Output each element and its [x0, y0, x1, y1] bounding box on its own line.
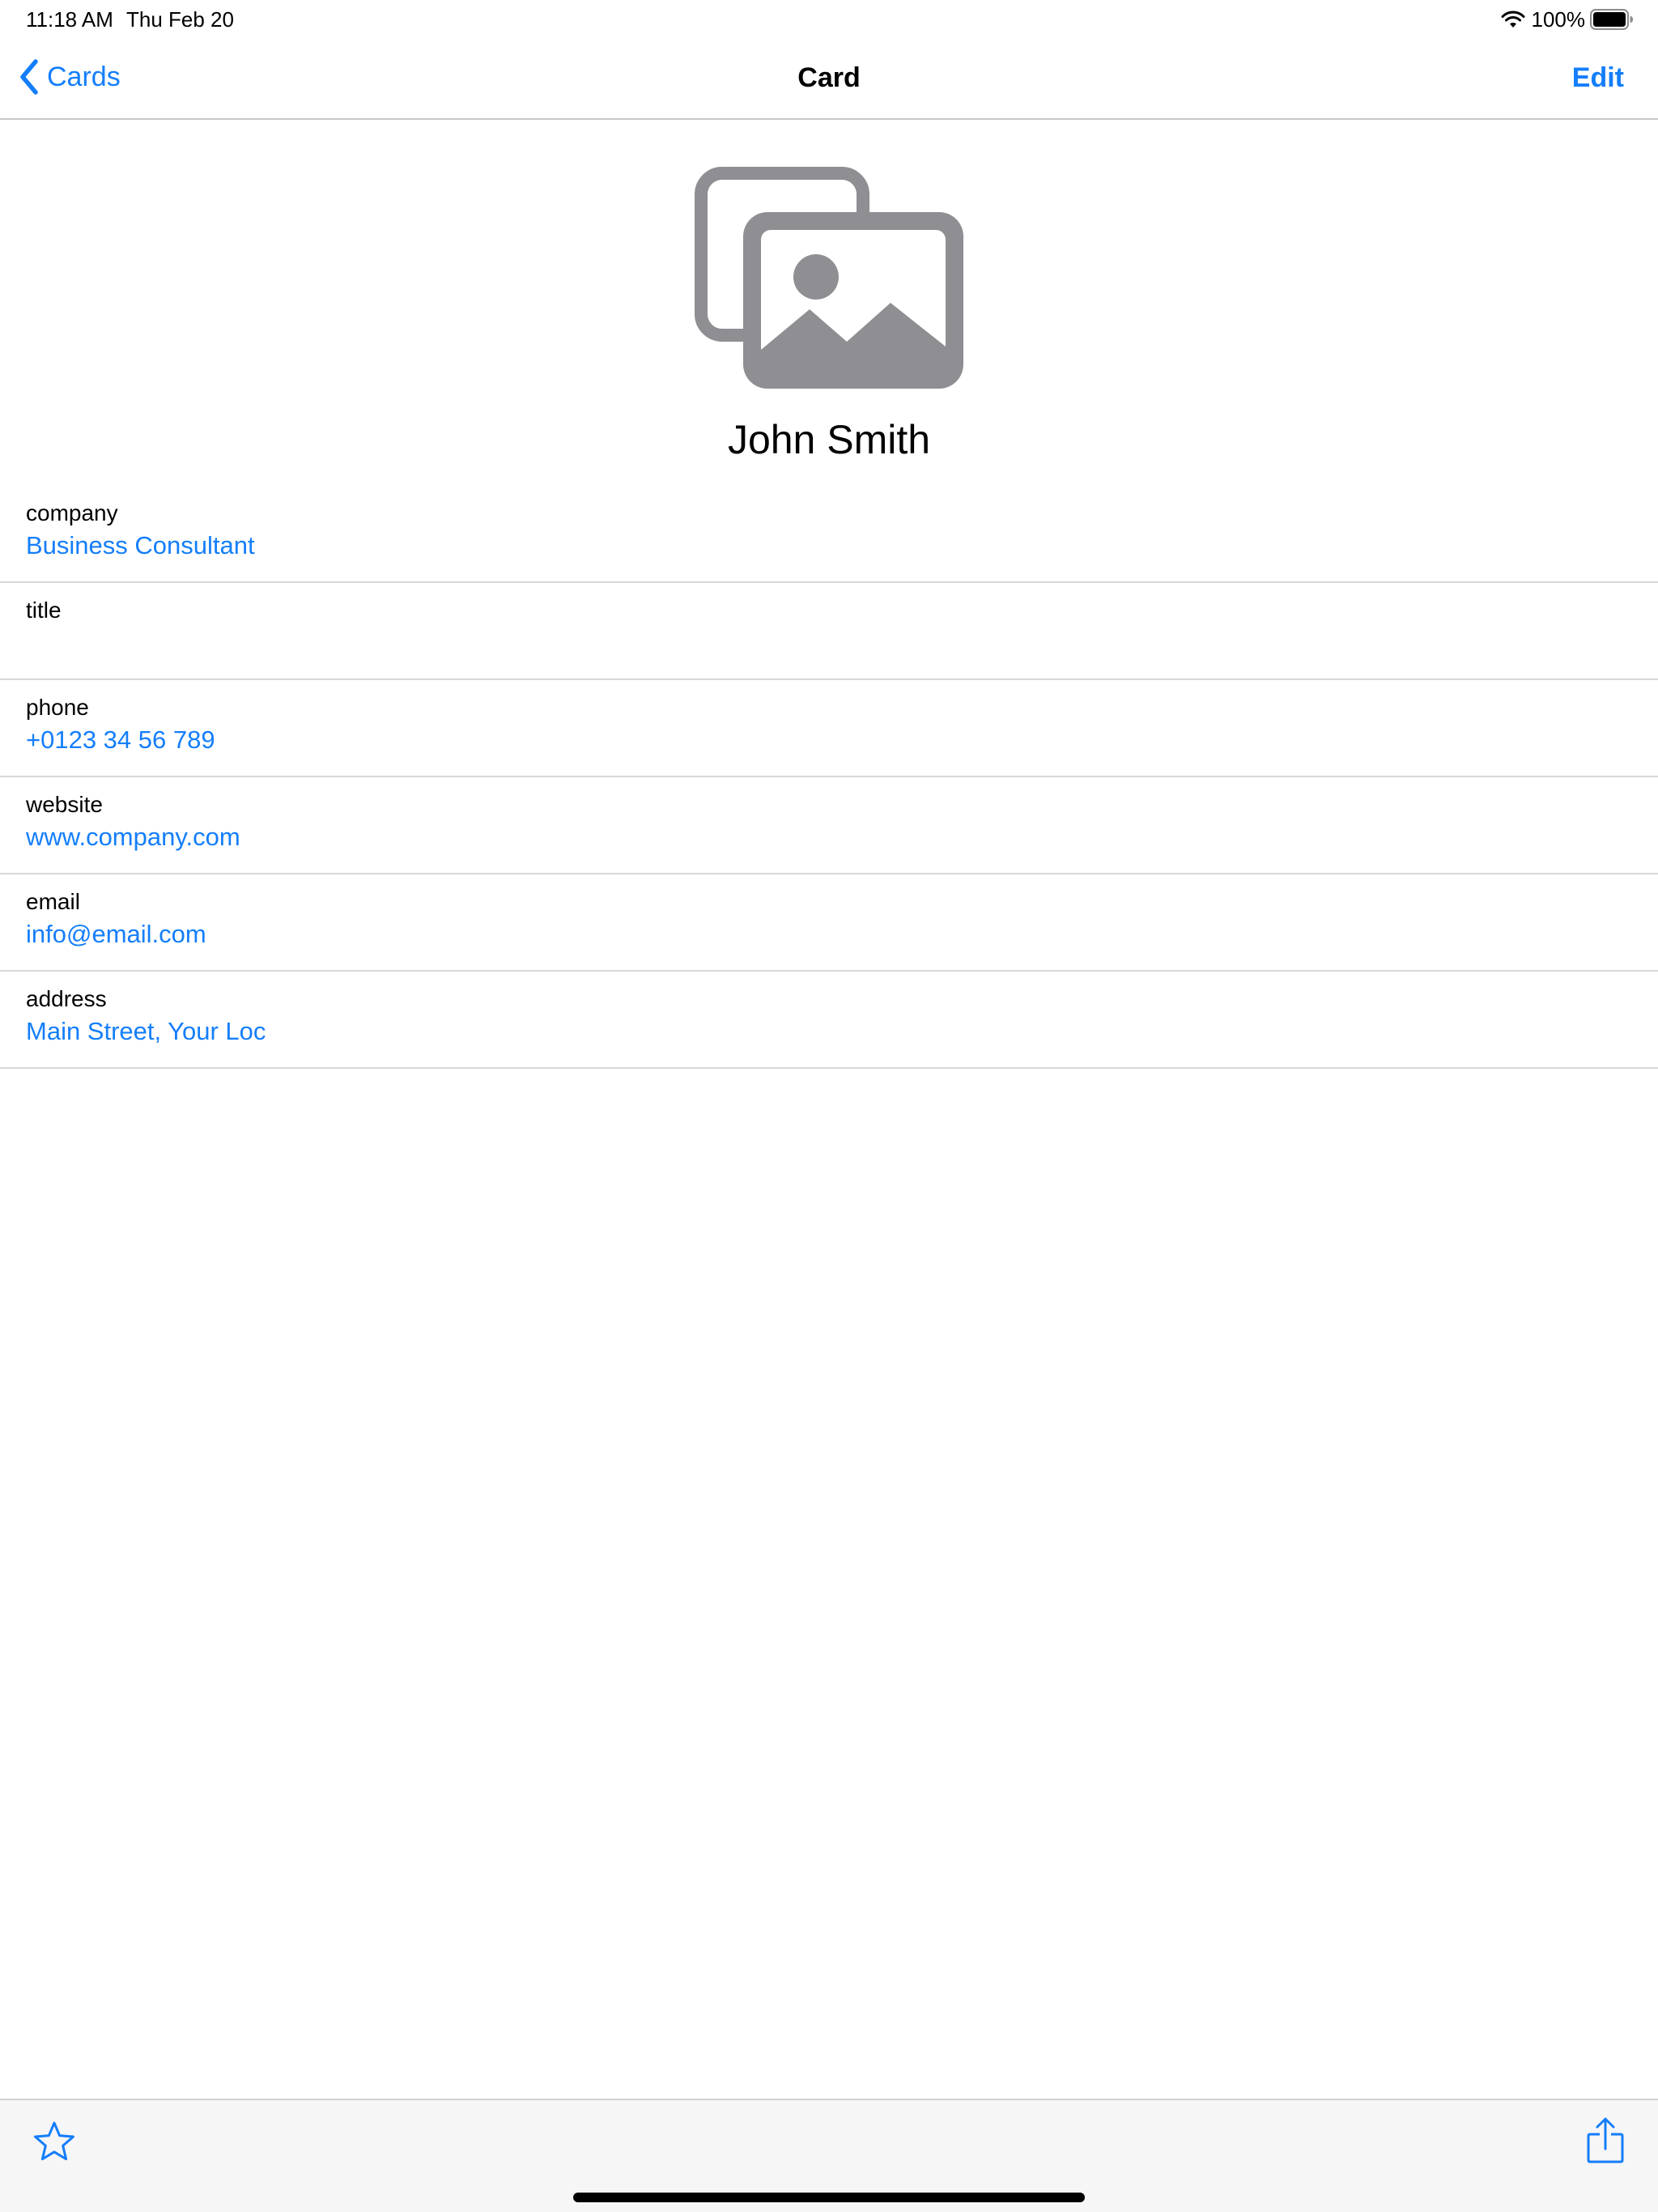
wifi-icon — [1501, 11, 1524, 28]
field-label: title — [26, 598, 62, 623]
share-icon[interactable] — [1585, 2116, 1626, 2165]
field-value[interactable]: www.company.com — [26, 821, 240, 853]
field-label: address — [26, 986, 107, 1011]
field-row-email[interactable]: email info@email.com — [0, 874, 1658, 972]
battery-full-icon — [1590, 9, 1633, 30]
field-label: phone — [26, 695, 89, 720]
home-indicator[interactable] — [573, 2193, 1085, 2202]
status-bar: 11:18 AM Thu Feb 20 100% — [0, 0, 1658, 39]
field-value[interactable]: +0123 34 56 789 — [26, 724, 215, 756]
field-value[interactable]: Main Street, Your Loc — [26, 1015, 266, 1048]
field-value[interactable]: info@email.com — [26, 918, 206, 951]
status-date: Thu Feb 20 — [126, 7, 234, 32]
field-row-address[interactable]: address Main Street, Your Loc — [0, 972, 1658, 1069]
field-value[interactable]: Business Consultant — [26, 530, 255, 562]
navigation-bar: Cards Card Edit — [0, 39, 1658, 120]
photo-placeholder-icon[interactable] — [695, 167, 963, 389]
field-row-company[interactable]: company Business Consultant — [0, 486, 1658, 583]
field-list: company Business Consultant title phone … — [0, 486, 1658, 1069]
field-label: email — [26, 889, 80, 914]
field-row-website[interactable]: website www.company.com — [0, 777, 1658, 874]
bottom-toolbar — [0, 2099, 1658, 2212]
card-name: John Smith — [727, 417, 931, 462]
star-icon[interactable] — [32, 2120, 76, 2163]
status-time: 11:18 AM — [26, 7, 113, 32]
edit-button[interactable]: Edit — [1572, 60, 1624, 96]
field-row-title[interactable]: title — [0, 583, 1658, 680]
page-title: Card — [797, 62, 861, 93]
field-label: company — [26, 500, 118, 525]
status-indicators: 100% — [1501, 6, 1635, 32]
field-row-phone[interactable]: phone +0123 34 56 789 — [0, 680, 1658, 777]
battery-percentage: 100% — [1531, 7, 1586, 32]
field-label: website — [26, 792, 103, 817]
